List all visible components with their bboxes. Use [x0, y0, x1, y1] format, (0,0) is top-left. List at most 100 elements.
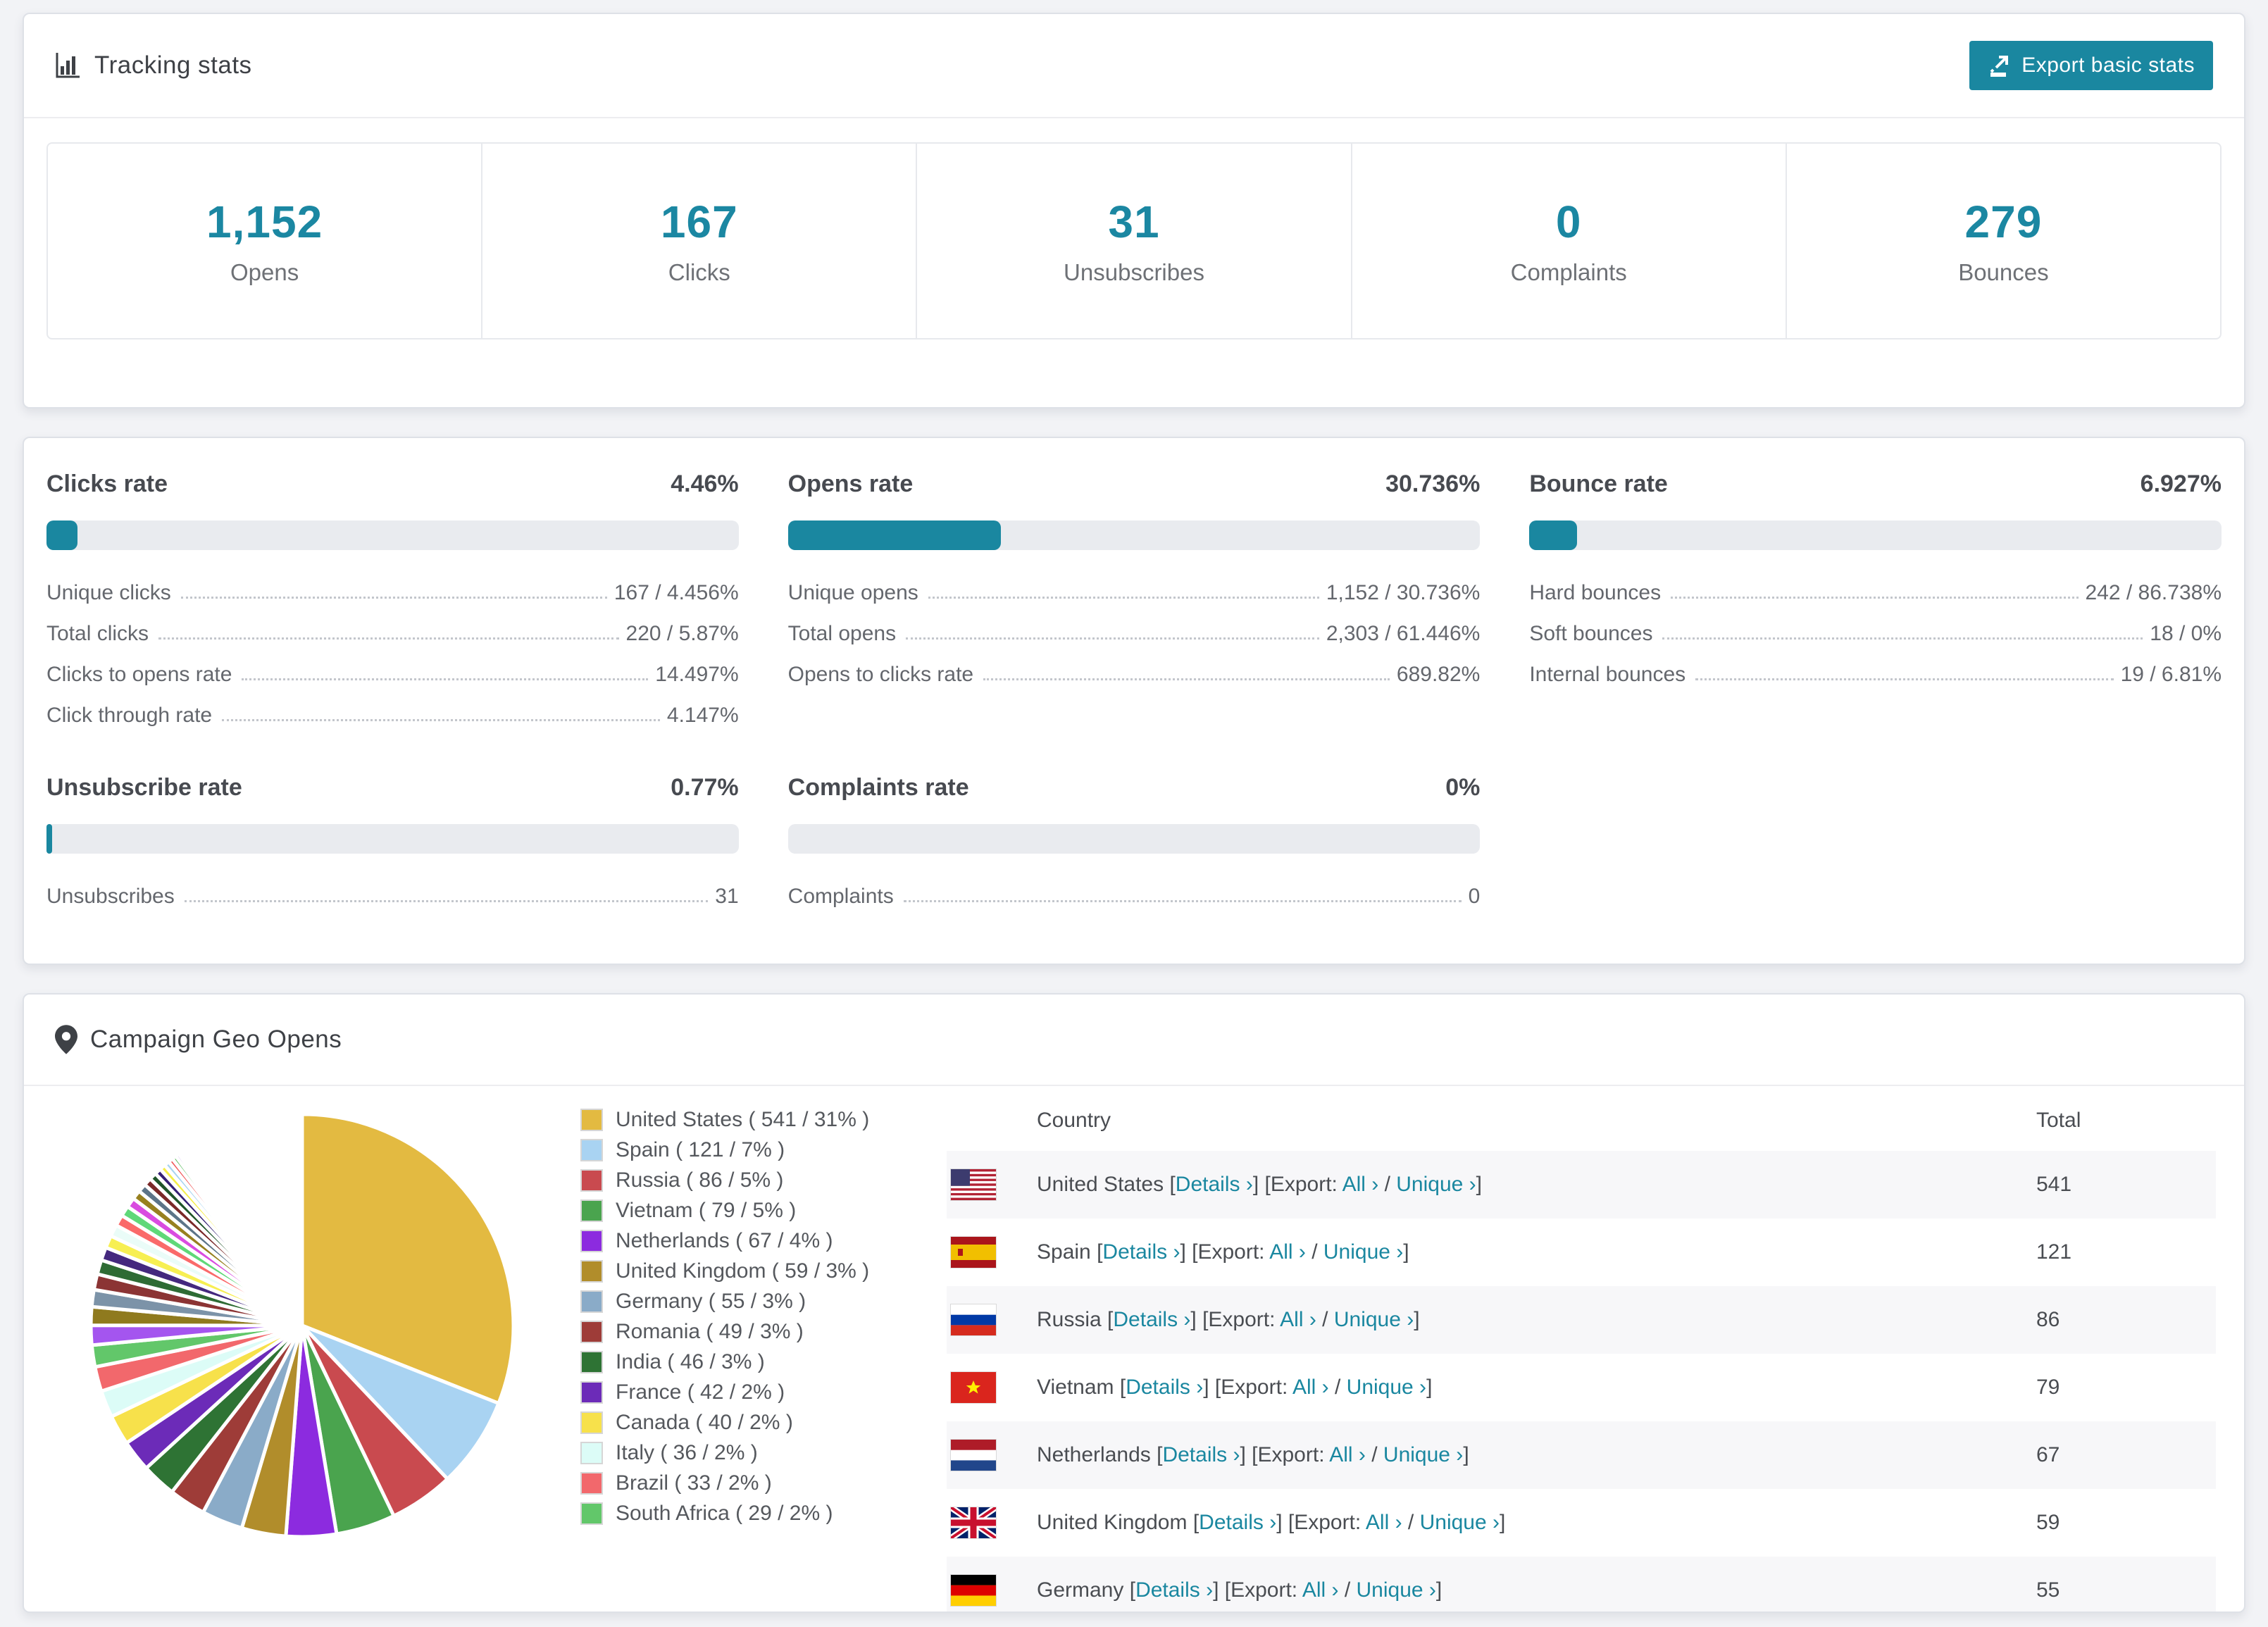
country-column-header: Country [1037, 1109, 1111, 1132]
legend-swatch [580, 1259, 603, 1283]
progress-track [787, 520, 1481, 550]
table-row-united-states: United States [Details ›] [Export: All ›… [947, 1151, 2216, 1218]
pie-chart-svg [89, 1112, 516, 1539]
stat-value: 279 [1964, 197, 2043, 247]
export-unique-link[interactable]: Unique › [1396, 1173, 1476, 1196]
details-link[interactable]: Details › [1113, 1308, 1190, 1331]
legend-swatch [580, 1411, 603, 1434]
table-row-russia: Russia [Details ›] [Export: All › / Uniq… [947, 1286, 2216, 1354]
table-row-vietnam: Vietnam [Details ›] [Export: All › / Uni… [947, 1354, 2216, 1421]
legend-swatch [580, 1229, 603, 1252]
details-link[interactable]: Details › [1176, 1173, 1253, 1196]
rate-row: Hard bounces 242 / 86.738% [1529, 581, 2222, 604]
legend-swatch [580, 1441, 603, 1464]
legend-item: Vietnam ( 79 / 5% ) [580, 1195, 947, 1226]
geo-opens-header: Campaign Geo Opens [24, 995, 2244, 1086]
export-unique-link[interactable]: Unique › [1420, 1511, 1500, 1534]
export-unique-link[interactable]: Unique › [1323, 1240, 1403, 1264]
legend-item: South Africa ( 29 / 2% ) [580, 1498, 947, 1528]
tracking-stats-card: Tracking stats Export basic stats 1,152 … [23, 13, 2245, 409]
legend-swatch [580, 1502, 603, 1525]
stat-opens: 1,152 Opens [48, 144, 483, 338]
rate-row: Internal bounces 19 / 6.81% [1529, 663, 2222, 686]
export-all-link[interactable]: All › [1302, 1578, 1339, 1602]
stat-complaints: 0 Complaints [1352, 144, 1787, 338]
geo-table: Country Total United States [Details ›] … [947, 1086, 2216, 1612]
stat-value: 1,152 [206, 197, 323, 247]
rates-card: Clicks rate 4.46% Unique clicks 167 / 4.4… [23, 437, 2245, 965]
legend-swatch [580, 1380, 603, 1404]
legend-swatch [580, 1168, 603, 1192]
progress-fill [1529, 520, 1578, 550]
rate-title: Clicks rate [46, 470, 168, 497]
dotted-leader [903, 900, 1462, 902]
rate-title: Opens rate [787, 470, 914, 497]
export-all-link[interactable]: All › [1280, 1308, 1316, 1331]
legend-item: India ( 46 / 3% ) [580, 1347, 947, 1377]
export-all-link[interactable]: All › [1292, 1376, 1329, 1399]
bar-chart-icon [55, 52, 82, 79]
total-value: 86 [2036, 1308, 2060, 1331]
table-row-spain: Spain [Details ›] [Export: All › / Uniqu… [947, 1218, 2216, 1286]
stat-value: 167 [660, 197, 738, 247]
table-row-united-kingdom: United Kingdom [Details ›] [Export: All … [947, 1489, 2216, 1557]
stat-bounces: 279 Bounces [1787, 144, 2220, 338]
dotted-leader [222, 719, 660, 721]
stat-value: 0 [1555, 197, 1582, 247]
details-link[interactable]: Details › [1102, 1240, 1180, 1264]
de-flag-icon [950, 1574, 997, 1607]
details-link[interactable]: Details › [1199, 1511, 1276, 1534]
es-flag-icon [950, 1236, 997, 1268]
dotted-leader [184, 900, 709, 902]
legend-swatch [580, 1471, 603, 1495]
legend-item: Italy ( 36 / 2% ) [580, 1438, 947, 1468]
legend-item: United States ( 541 / 31% ) [580, 1104, 947, 1135]
complaints-rate-section: Complaints rate 0% Complaints 0 [787, 774, 1481, 913]
unsubscribe-rate-section: Unsubscribe rate 0.77% Unsubscribes 31 [46, 774, 739, 913]
us-flag-icon [950, 1168, 997, 1201]
stat-label: Bounces [1958, 259, 2049, 285]
export-unique-link[interactable]: Unique › [1383, 1443, 1463, 1466]
export-all-link[interactable]: All › [1269, 1240, 1306, 1264]
export-all-link[interactable]: All › [1329, 1443, 1366, 1466]
rate-row: Opens to clicks rate 689.82% [787, 663, 1481, 686]
total-column-header: Total [2036, 1109, 2081, 1132]
legend-swatch [580, 1290, 603, 1313]
dotted-leader [242, 678, 649, 680]
progress-track [787, 824, 1481, 854]
rate-row: Total clicks 220 / 5.87% [46, 622, 739, 645]
details-link[interactable]: Details › [1135, 1578, 1213, 1602]
legend-item: Russia ( 86 / 5% ) [580, 1165, 947, 1195]
total-value: 121 [2036, 1240, 2072, 1264]
export-unique-link[interactable]: Unique › [1347, 1376, 1426, 1399]
progress-fill [46, 824, 52, 854]
total-value: 541 [2036, 1173, 2072, 1196]
vn-flag-icon [950, 1371, 997, 1404]
rate-row: Total opens 2,303 / 61.446% [787, 622, 1481, 645]
tracking-stats-header: Tracking stats Export basic stats [24, 14, 2244, 118]
export-unique-link[interactable]: Unique › [1334, 1308, 1414, 1331]
geo-opens-card: Campaign Geo Opens United States ( 541 /… [23, 993, 2245, 1613]
export-icon [1988, 54, 2012, 77]
legend-item: Spain ( 121 / 7% ) [580, 1135, 947, 1165]
details-link[interactable]: Details › [1126, 1376, 1203, 1399]
export-all-link[interactable]: All › [1342, 1173, 1379, 1196]
export-basic-stats-button[interactable]: Export basic stats [1969, 41, 2213, 90]
bounce-rate-section: Bounce rate 6.927% Hard bounces 242 / 86.… [1529, 470, 2222, 732]
pie-legend: United States ( 541 / 31% ) Spain ( 121 … [580, 1086, 947, 1612]
legend-item: Germany ( 55 / 3% ) [580, 1286, 947, 1316]
page-title: Tracking stats [94, 51, 252, 79]
legend-item: France ( 42 / 2% ) [580, 1377, 947, 1407]
progress-fill [46, 520, 77, 550]
progress-track [1529, 520, 2222, 550]
export-unique-link[interactable]: Unique › [1357, 1578, 1436, 1602]
legend-item: Brazil ( 33 / 2% ) [580, 1468, 947, 1498]
legend-swatch [580, 1320, 603, 1343]
export-all-link[interactable]: All › [1366, 1511, 1402, 1534]
geo-title: Campaign Geo Opens [90, 1026, 342, 1053]
total-value: 79 [2036, 1376, 2060, 1399]
legend-swatch [580, 1108, 603, 1131]
progress-track [46, 520, 739, 550]
rate-row: Unique clicks 167 / 4.456% [46, 581, 739, 604]
details-link[interactable]: Details › [1162, 1443, 1240, 1466]
